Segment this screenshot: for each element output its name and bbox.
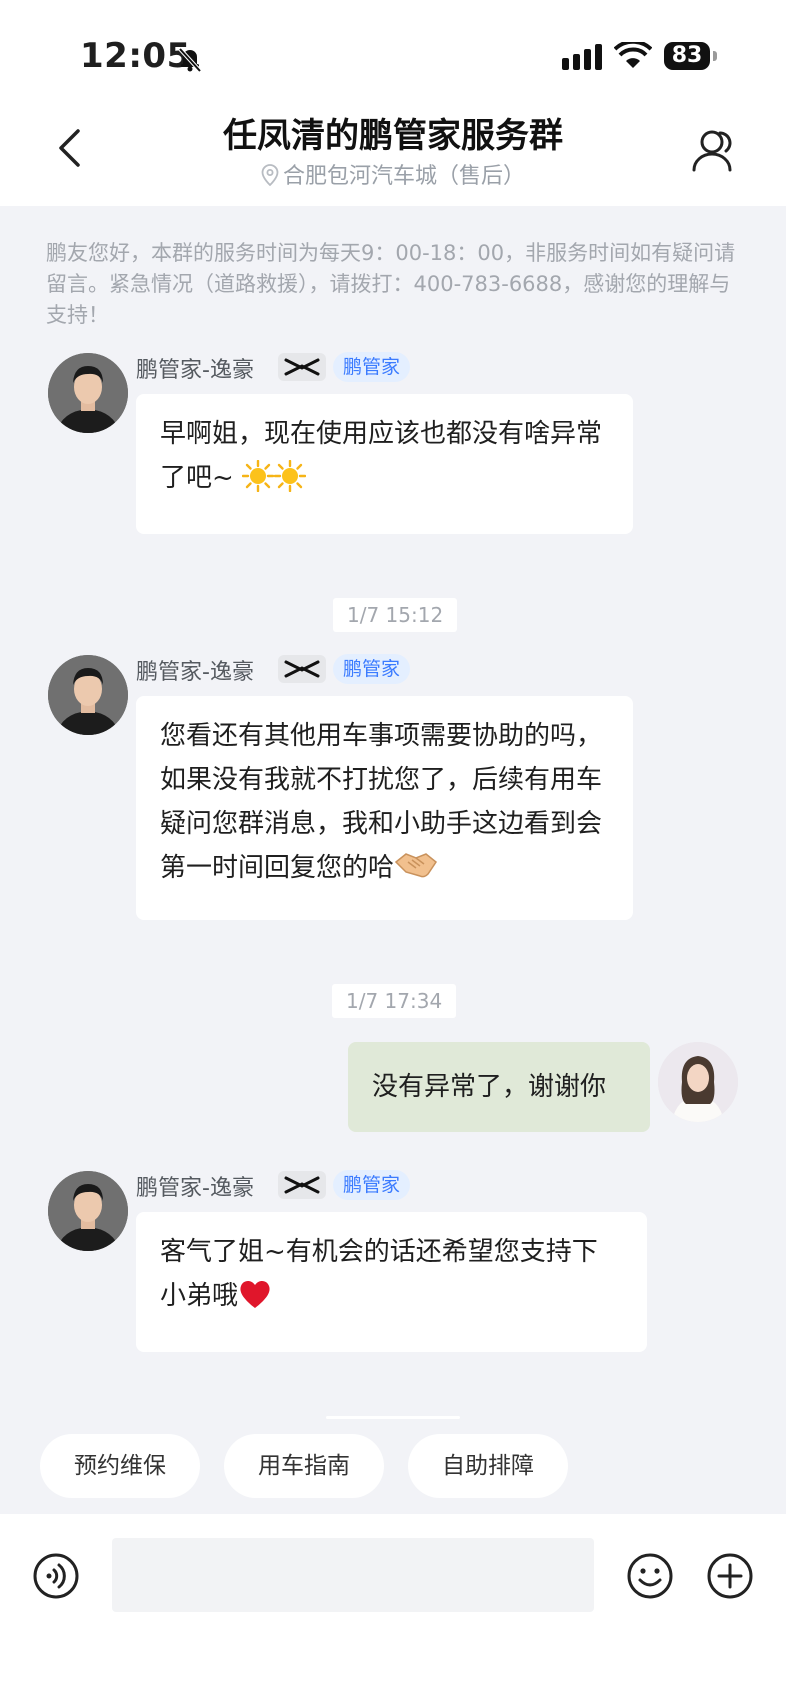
sun-emoji-icon — [273, 459, 307, 506]
message-text: 早啊姐，现在使用应该也都没有啥异常了吧~ — [160, 419, 603, 493]
message-input[interactable] — [112, 1538, 594, 1612]
signal-icon — [562, 44, 604, 74]
sender-name: 鹏管家-逸豪 — [136, 358, 254, 383]
xpeng-logo-icon — [278, 353, 326, 381]
group-notice: 鹏友您好，本群的服务时间为每天9：00-18：00，非服务时间如有疑问请留言。紧… — [46, 241, 736, 327]
sender-name: 鹏管家-逸豪 — [136, 1176, 254, 1201]
location-text: 合肥包河汽车城（售后） — [282, 164, 525, 189]
sun-emoji-icon — [241, 459, 275, 506]
group-members-icon[interactable] — [690, 128, 736, 176]
divider — [326, 1416, 460, 1419]
quick-action-maintenance[interactable]: 预约维保 — [40, 1434, 200, 1498]
role-badge: 鹏管家 — [333, 1170, 411, 1200]
message-bubble[interactable]: 客气了姐~有机会的话还希望您支持下小弟哦 — [136, 1212, 647, 1352]
message-text: 没有异常了，谢谢你 — [372, 1072, 607, 1102]
agent-avatar[interactable] — [48, 1171, 128, 1251]
xpeng-logo-icon — [278, 655, 326, 683]
location-pin-icon — [261, 164, 279, 192]
page-title: 任凤清的鹏管家服务群 — [223, 116, 563, 156]
battery-tip — [713, 51, 717, 61]
my-avatar[interactable] — [658, 1042, 738, 1122]
location-subtitle: 合肥包河汽车城（售后） — [0, 158, 786, 192]
timestamp: 1/7 15:12 — [333, 598, 458, 632]
role-badge: 鹏管家 — [333, 654, 411, 684]
battery-icon: 83 — [664, 42, 710, 70]
quick-action-guide[interactable]: 用车指南 — [224, 1434, 384, 1498]
heart-emoji-icon — [238, 1278, 272, 1324]
mute-bell-icon — [175, 44, 205, 78]
message-text: 您看还有其他用车事项需要协助的吗，如果没有我就不打扰您了，后续有用车疑问您群消息… — [160, 721, 603, 883]
plus-icon[interactable] — [706, 1552, 754, 1604]
emoji-icon[interactable] — [626, 1552, 674, 1604]
wifi-icon — [613, 39, 653, 74]
voice-icon[interactable] — [32, 1552, 80, 1604]
quick-action-troubleshoot[interactable]: 自助排障 — [408, 1434, 568, 1498]
role-badge: 鹏管家 — [333, 352, 411, 382]
message-bubble[interactable]: 您看还有其他用车事项需要协助的吗，如果没有我就不打扰您了，后续有用车疑问您群消息… — [136, 696, 633, 920]
agent-avatar[interactable] — [48, 655, 128, 735]
xpeng-logo-icon — [278, 1171, 326, 1199]
sender-name: 鹏管家-逸豪 — [136, 660, 254, 685]
my-message-bubble[interactable]: 没有异常了，谢谢你 — [348, 1042, 650, 1132]
message-bubble[interactable]: 早啊姐，现在使用应该也都没有啥异常了吧~ — [136, 394, 633, 534]
message-text: 客气了姐~有机会的话还希望您支持下小弟哦 — [160, 1237, 598, 1311]
timestamp: 1/7 17:34 — [332, 984, 457, 1018]
agent-avatar[interactable] — [48, 353, 128, 433]
handshake-emoji-icon — [394, 848, 438, 896]
